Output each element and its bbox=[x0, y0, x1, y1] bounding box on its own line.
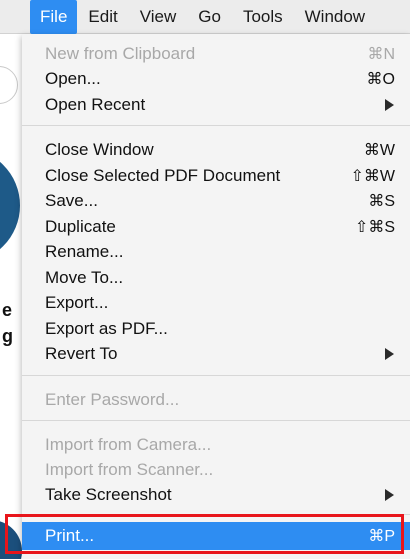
shortcut-close-selected-pdf: ⇧⌘W bbox=[350, 168, 395, 185]
menu-item-revert-to[interactable]: Revert To bbox=[22, 342, 410, 366]
menu-item-move-to[interactable]: Move To... bbox=[22, 266, 410, 290]
menu-item-print[interactable]: Print... ⌘P bbox=[22, 522, 410, 550]
menu-item-take-screenshot[interactable]: Take Screenshot bbox=[22, 483, 410, 507]
menu-item-close-selected-pdf[interactable]: Close Selected PDF Document ⇧⌘W bbox=[22, 164, 410, 188]
shortcut-duplicate: ⇧⌘S bbox=[354, 219, 395, 236]
menu-view[interactable]: View bbox=[129, 0, 188, 34]
menu-tools[interactable]: Tools bbox=[232, 0, 294, 34]
menu-separator bbox=[22, 514, 410, 515]
shortcut-close-window: ⌘W bbox=[363, 142, 395, 159]
submenu-arrow-icon bbox=[385, 99, 394, 111]
menu-item-open-recent[interactable]: Open Recent bbox=[22, 93, 410, 117]
menu-file[interactable]: File bbox=[30, 0, 78, 34]
menu-item-duplicate[interactable]: Duplicate ⇧⌘S bbox=[22, 215, 410, 239]
menu-separator bbox=[22, 420, 410, 421]
menu-item-close-window[interactable]: Close Window ⌘W bbox=[22, 138, 410, 162]
menu-item-export-as-pdf[interactable]: Export as PDF... bbox=[22, 317, 410, 341]
menu-separator bbox=[22, 375, 410, 376]
menu-bar: File Edit View Go Tools Window bbox=[0, 0, 410, 34]
menu-item-export[interactable]: Export... bbox=[22, 291, 410, 315]
shortcut-save: ⌘S bbox=[368, 193, 395, 210]
menu-item-import-from-scanner[interactable]: Import from Scanner... bbox=[22, 458, 410, 482]
file-menu-dropdown: New from Clipboard ⌘N Open... ⌘O Open Re… bbox=[22, 34, 410, 559]
shortcut-open: ⌘O bbox=[366, 71, 395, 88]
menu-item-open[interactable]: Open... ⌘O bbox=[22, 67, 410, 91]
menu-item-new-from-clipboard[interactable]: New from Clipboard ⌘N bbox=[22, 42, 410, 66]
menu-item-rename[interactable]: Rename... bbox=[22, 240, 410, 264]
menu-item-import-from-camera[interactable]: Import from Camera... bbox=[22, 433, 410, 457]
shortcut-print: ⌘P bbox=[368, 528, 395, 545]
menu-edit[interactable]: Edit bbox=[77, 0, 128, 34]
screenshot-stage: e g File Edit View Go Tools Window New f… bbox=[0, 0, 410, 559]
submenu-arrow-icon bbox=[385, 489, 394, 501]
background-text-fragment: g bbox=[2, 326, 13, 346]
submenu-arrow-icon bbox=[385, 348, 394, 360]
shortcut-new-from-clipboard: ⌘N bbox=[367, 46, 395, 63]
menu-window[interactable]: Window bbox=[294, 0, 376, 34]
background-text-fragment: e bbox=[2, 300, 13, 320]
menu-item-enter-password[interactable]: Enter Password... bbox=[22, 388, 410, 412]
menu-go[interactable]: Go bbox=[187, 0, 232, 34]
menu-item-save[interactable]: Save... ⌘S bbox=[22, 189, 410, 213]
menu-separator bbox=[22, 125, 410, 126]
